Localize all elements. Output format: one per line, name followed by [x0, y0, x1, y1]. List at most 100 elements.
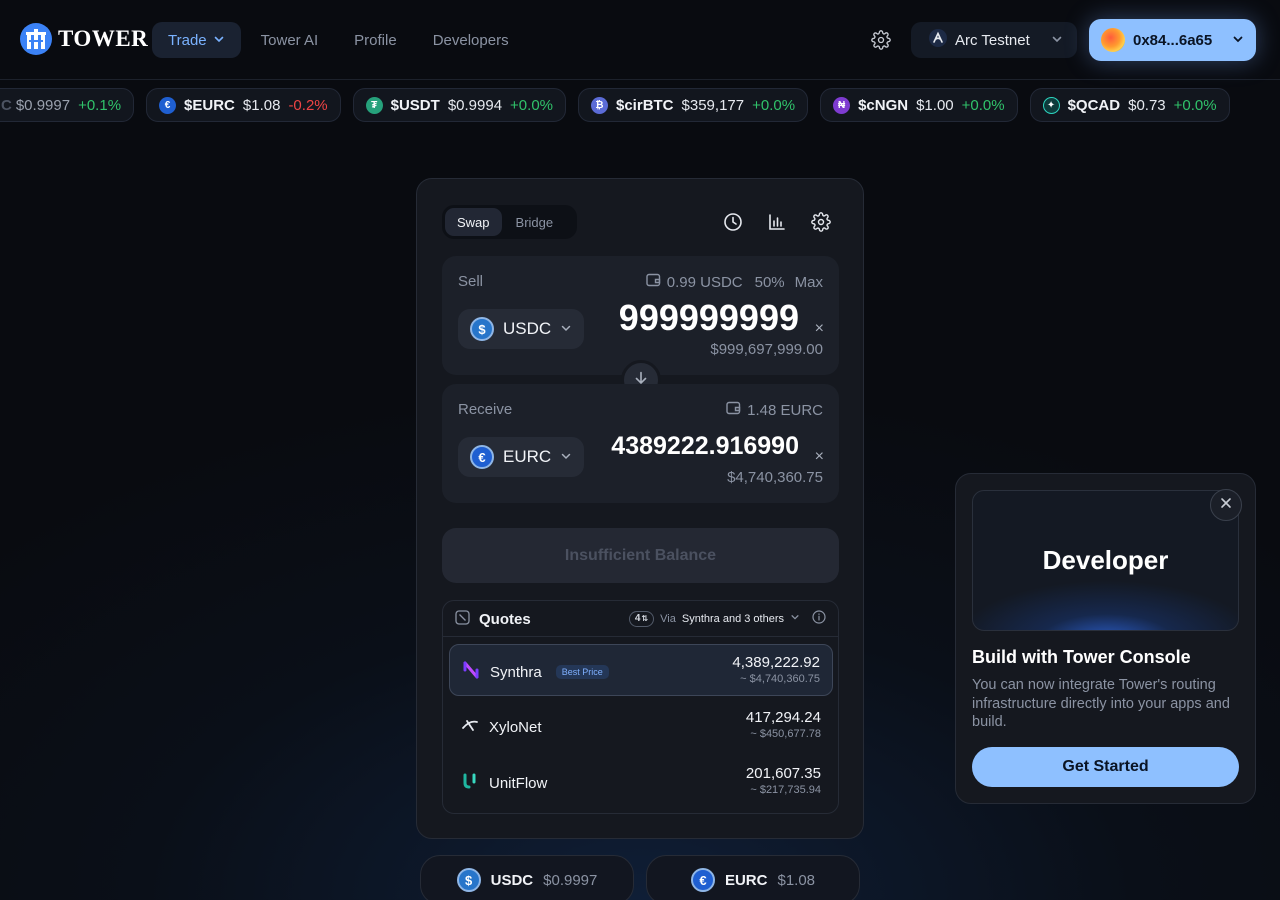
nav-tower-ai-label: Tower AI — [260, 31, 319, 49]
sell-amount-input[interactable]: 999999999 — [619, 297, 799, 339]
quote-row-xylonet[interactable]: XyloNet 417,294.24 ~ $450,677.78 — [449, 700, 833, 752]
wallet-icon — [726, 401, 741, 419]
nav-trade[interactable]: Trade — [152, 22, 241, 58]
ticker-symbol: $USDT — [390, 96, 440, 114]
receive-label: Receive — [458, 401, 513, 418]
nav-trade-label: Trade — [168, 31, 207, 49]
ticker-item[interactable]: ₮ $USDT $0.9994 +0.0% — [352, 88, 566, 122]
quote-amount: 201,607.35 — [745, 765, 821, 782]
ticker-item[interactable]: C $0.9997 +0.1% — [0, 88, 135, 122]
ticker-symbol: $cNGN — [858, 96, 909, 114]
routes-icon: ⇅ — [641, 614, 649, 623]
tower-logo[interactable]: TOWER — [20, 23, 148, 55]
promo-close-button[interactable] — [1210, 489, 1242, 521]
ticker-symbol: C — [1, 96, 12, 114]
usdc-price-pill[interactable]: $ USDC $0.9997 — [420, 855, 634, 900]
ticker-item[interactable]: ₿ $cirBTC $359,177 +0.0% — [578, 88, 809, 122]
history-clock-icon[interactable] — [722, 211, 744, 233]
quote-provider: Synthra Best Price — [462, 661, 609, 683]
settings-gear-icon[interactable] — [866, 26, 896, 54]
sell-label: Sell — [458, 273, 484, 290]
receive-token-symbol: EURC — [503, 447, 552, 466]
tab-bridge[interactable]: Bridge — [504, 208, 566, 236]
wallet-avatar — [1101, 28, 1125, 52]
half-button[interactable]: 50% — [755, 274, 785, 291]
sell-token-selector[interactable]: $ USDC — [458, 309, 585, 349]
sell-balance: 0.99 USDC 50% Max — [646, 273, 823, 291]
quotes-source-selector[interactable]: 4 ⇅ Via Synthra and 3 others — [628, 610, 826, 627]
price-ticker: C $0.9997 +0.1% € $EURC $1.08 -0.2% ₮ $U… — [0, 88, 1280, 122]
quote-provider: UnitFlow — [461, 772, 547, 794]
quote-amount: 417,294.24 — [745, 709, 821, 726]
synthra-logo-icon — [462, 661, 480, 683]
ticker-change: +0.0% — [1173, 96, 1217, 114]
sell-clear-icon[interactable]: × — [815, 320, 824, 338]
quotes-count: 4 — [634, 613, 641, 624]
swap-mode-toggle: Swap Bridge — [442, 205, 577, 239]
receive-panel: Receive 1.48 EURC € EURC 4389222.916990 … — [442, 384, 839, 503]
ticker-symbol: $cirBTC — [616, 96, 674, 114]
sell-panel: Sell 0.99 USDC 50% Max $ USDC 999999999 … — [442, 256, 839, 375]
sell-token-symbol: USDC — [503, 319, 552, 338]
ticker-price: $1.00 — [916, 96, 954, 114]
xylonet-logo-icon — [461, 716, 479, 738]
ticker-change: +0.0% — [510, 96, 553, 114]
ticker-symbol: $QCAD — [1067, 96, 1121, 114]
swap-submit-button[interactable]: Insufficient Balance — [442, 528, 839, 583]
receive-token-selector[interactable]: € EURC — [458, 437, 585, 477]
chevron-down-icon — [560, 319, 572, 339]
receive-amount: 4389222.916990 — [611, 432, 799, 460]
network-selector[interactable]: Arc Testnet — [911, 22, 1077, 58]
ticker-item[interactable]: € $EURC $1.08 -0.2% — [146, 88, 341, 122]
chevron-down-icon — [1232, 32, 1244, 49]
developer-promo-card: Developer Build with Tower Console You c… — [955, 473, 1256, 804]
nav-profile[interactable]: Profile — [338, 22, 413, 58]
receive-balance: 1.48 EURC — [726, 401, 823, 419]
cirbtc-coin-icon: ₿ — [591, 96, 608, 114]
quote-row-synthra[interactable]: Synthra Best Price 4,389,222.92 ~ $4,740… — [449, 644, 833, 696]
ticker-change: -0.2% — [288, 96, 328, 114]
ticker-item[interactable]: ₦ $cNGN $1.00 +0.0% — [820, 88, 1018, 122]
eurc-coin-icon: € — [159, 96, 177, 114]
ticker-change: +0.0% — [752, 96, 796, 114]
sell-usd-value: $999,697,999.00 — [710, 341, 823, 358]
pill-symbol: EURC — [724, 871, 768, 889]
info-icon[interactable] — [812, 610, 826, 627]
quote-row-unitflow[interactable]: UnitFlow 201,607.35 ~ $217,735.94 — [449, 756, 833, 808]
chart-bars-icon[interactable] — [766, 211, 788, 233]
nav-profile-label: Profile — [354, 31, 397, 49]
eurc-price-pill[interactable]: € EURC $1.08 — [646, 855, 860, 900]
tab-swap[interactable]: Swap — [445, 208, 502, 236]
tower-logo-icon — [20, 23, 52, 55]
quote-provider-name: XyloNet — [489, 718, 542, 736]
get-started-button[interactable]: Get Started — [972, 747, 1239, 787]
max-button[interactable]: Max — [795, 274, 823, 291]
quote-usd: ~ $450,677.78 — [750, 728, 821, 740]
ticker-item[interactable]: ✦ $QCAD $0.73 +0.0% — [1029, 88, 1230, 122]
wallet-address: 0x84...6a65 — [1133, 31, 1213, 49]
receive-clear-icon[interactable]: × — [815, 448, 824, 466]
ticker-price: $0.9994 — [447, 96, 503, 114]
chevron-down-icon — [1051, 32, 1063, 49]
chevron-down-icon — [790, 612, 800, 625]
ticker-symbol: $EURC — [184, 96, 235, 114]
quotes-via-name: Synthra and 3 others — [681, 612, 784, 625]
pill-price: $1.08 — [777, 871, 816, 889]
quotes-count-badge: 4 ⇅ — [628, 610, 655, 627]
tower-logo-text: TOWER — [58, 26, 149, 51]
promo-title: Build with Tower Console — [972, 647, 1191, 667]
tag-icon — [455, 610, 470, 629]
main-nav: Trade Tower AI Profile Developers — [152, 22, 525, 58]
chevron-down-icon — [213, 32, 225, 49]
close-icon — [1220, 496, 1232, 514]
nav-developers[interactable]: Developers — [417, 22, 525, 58]
wallet-button[interactable]: 0x84...6a65 — [1089, 19, 1256, 61]
sell-balance-value: 0.99 USDC — [666, 273, 743, 291]
quotes-title: Quotes — [455, 610, 531, 629]
ticker-price: $359,177 — [681, 96, 745, 114]
quote-amount: 4,389,222.92 — [732, 654, 820, 671]
swap-settings-gear-icon[interactable] — [810, 211, 832, 233]
quote-provider-name: UnitFlow — [489, 774, 548, 792]
quote-usd: ~ $217,735.94 — [750, 784, 821, 796]
nav-tower-ai[interactable]: Tower AI — [245, 22, 335, 58]
